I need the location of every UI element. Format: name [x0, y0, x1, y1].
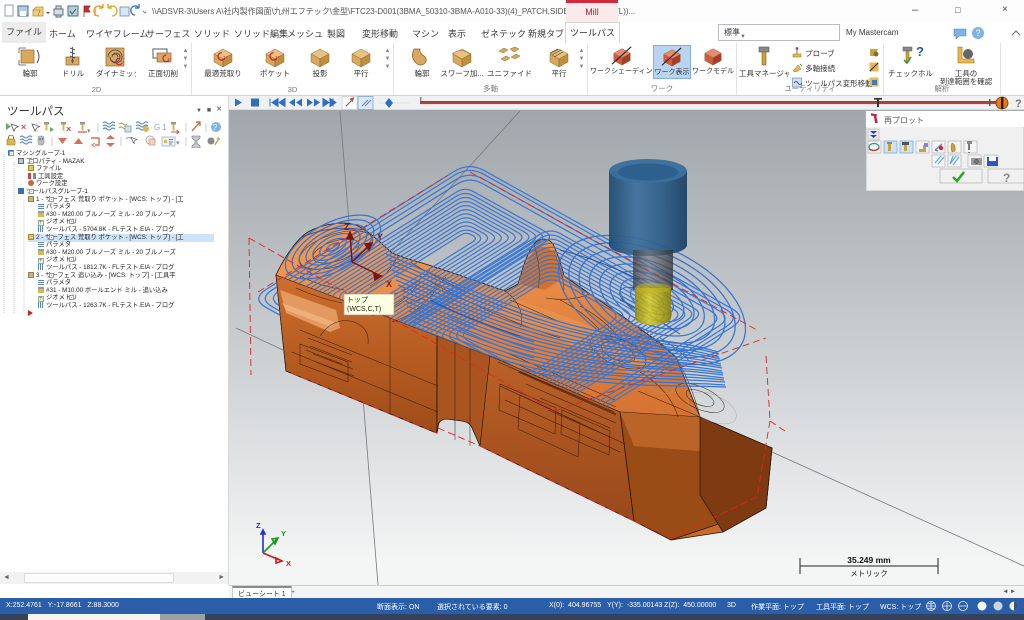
svg-text:Y: Y [377, 232, 383, 242]
svg-text:?: ? [213, 123, 219, 132]
svg-text:?: ? [1015, 98, 1022, 110]
svg-text:×: × [21, 122, 28, 132]
svg-text:▾: ▾ [176, 140, 182, 147]
svg-text:×: × [66, 124, 73, 134]
svg-text:トップ: トップ [347, 296, 368, 304]
svg-text:X: X [386, 279, 392, 289]
svg-text:再プロット: 再プロット [884, 116, 924, 125]
svg-text:X: X [286, 559, 291, 568]
svg-text:▾: ▾ [87, 128, 93, 134]
svg-text:?: ? [975, 28, 980, 38]
svg-text:Y: Y [281, 529, 286, 538]
svg-text:?: ? [916, 45, 923, 59]
svg-text:35.249 mm: 35.249 mm [847, 555, 891, 565]
svg-text:Z: Z [344, 222, 350, 232]
svg-text:(WCS,C,T): (WCS,C,T) [347, 306, 381, 313]
svg-text:G1: G1 [154, 123, 169, 132]
svg-text:メトリック: メトリック [850, 569, 888, 578]
svg-text:?: ? [1003, 171, 1010, 185]
svg-text:Z: Z [256, 521, 261, 530]
